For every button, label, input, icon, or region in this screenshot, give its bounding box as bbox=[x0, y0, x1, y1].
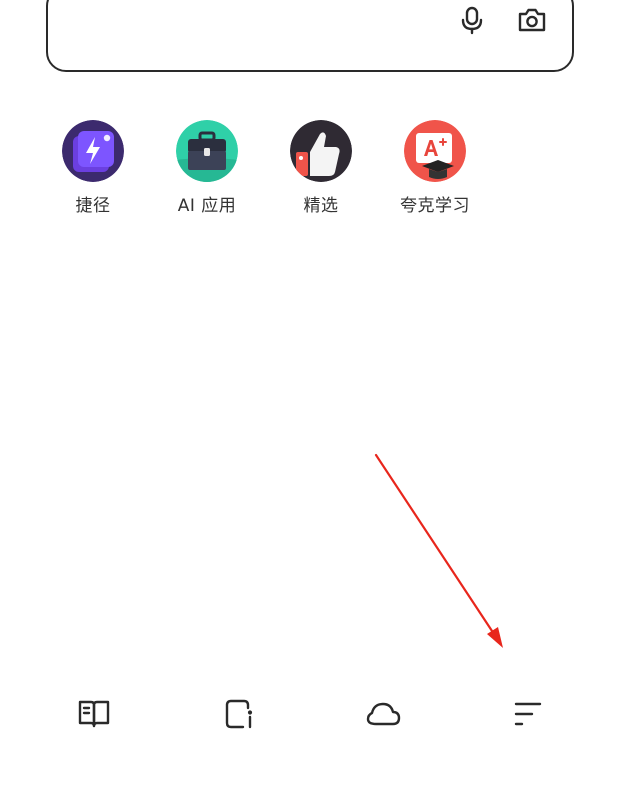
cloud-icon bbox=[366, 702, 401, 726]
bottom-nav bbox=[0, 680, 620, 750]
shortcut-label: AI 应用 bbox=[177, 196, 237, 216]
nav-tabs-button[interactable] bbox=[217, 692, 261, 736]
shortcut-row: 捷径 AI 应用 精选 夸克学习 bbox=[36, 120, 492, 216]
camera-icon[interactable] bbox=[514, 2, 550, 38]
shortcut-label: 捷径 bbox=[75, 196, 111, 216]
nav-reader-button[interactable] bbox=[72, 692, 116, 736]
microphone-icon[interactable] bbox=[454, 2, 490, 38]
shortcut-ai-apps[interactable]: AI 应用 bbox=[150, 120, 264, 216]
annotation-arrow bbox=[374, 453, 503, 648]
search-box[interactable] bbox=[46, 0, 574, 72]
graduation-cap-icon bbox=[404, 120, 466, 182]
menu-lines-icon bbox=[514, 702, 542, 726]
shortcut-label: 精选 bbox=[303, 196, 339, 216]
shortcut-jingxuan[interactable]: 精选 bbox=[264, 120, 378, 216]
shortcut-jiejing[interactable]: 捷径 bbox=[36, 120, 150, 216]
toolbox-icon bbox=[176, 120, 238, 182]
nav-menu-button[interactable] bbox=[506, 692, 550, 736]
lightning-shortcut-icon bbox=[62, 120, 124, 182]
thumbs-up-icon bbox=[290, 120, 352, 182]
shortcut-kuake-study[interactable]: 夸克学习 bbox=[378, 120, 492, 216]
book-icon bbox=[78, 700, 110, 728]
shortcut-label: 夸克学习 bbox=[400, 196, 470, 216]
nav-cloud-button[interactable] bbox=[362, 692, 406, 736]
window-icon bbox=[225, 699, 253, 729]
